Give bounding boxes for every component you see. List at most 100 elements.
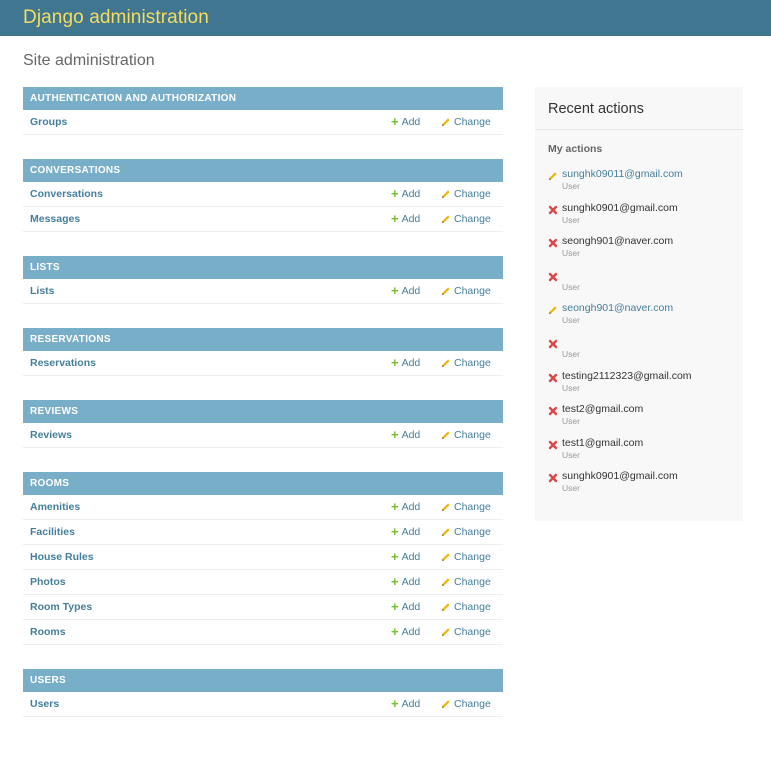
- change-link[interactable]: Change: [441, 116, 491, 128]
- action-object-name: sunghk0901@gmail.com: [562, 201, 678, 214]
- app-module: Lists Lists + Add Change: [23, 256, 503, 304]
- delete-icon: [548, 337, 558, 349]
- change-link[interactable]: Change: [441, 429, 491, 441]
- add-link[interactable]: + Add: [391, 625, 421, 638]
- action-content-type: User: [562, 382, 580, 393]
- change-link[interactable]: Change: [441, 698, 491, 710]
- model-name-link[interactable]: Room Types: [30, 601, 92, 613]
- add-link[interactable]: + Add: [391, 187, 421, 200]
- add-icon: +: [391, 549, 399, 564]
- add-icon: +: [391, 599, 399, 614]
- add-link[interactable]: + Add: [391, 428, 421, 441]
- model-name-link[interactable]: Reviews: [30, 429, 72, 441]
- pencil-icon: [442, 215, 450, 223]
- add-link[interactable]: + Add: [391, 115, 421, 128]
- pencil-icon: [442, 578, 450, 586]
- action-content-type: User: [562, 449, 580, 460]
- change-link[interactable]: Change: [441, 576, 491, 588]
- add-icon: +: [391, 211, 399, 226]
- change-label: Change: [454, 551, 491, 563]
- change-link[interactable]: Change: [441, 601, 491, 613]
- cross-icon-glyph: [548, 406, 558, 416]
- model-name-link[interactable]: Users: [30, 698, 59, 710]
- add-label: Add: [401, 116, 421, 128]
- change-link[interactable]: Change: [441, 551, 491, 563]
- add-label: Add: [401, 626, 421, 638]
- action-object-name: test1@gmail.com: [562, 436, 644, 449]
- site-title-link[interactable]: Django administration: [23, 7, 209, 29]
- recent-action-item: seongh901@naver.com User: [548, 302, 730, 336]
- add-link[interactable]: + Add: [391, 499, 421, 514]
- delete-icon: [548, 404, 558, 416]
- add-link[interactable]: + Add: [391, 356, 421, 369]
- add-label: Add: [401, 357, 421, 369]
- app-module: Conversations Conversations + Add Change Mess…: [23, 159, 503, 232]
- model-row: Conversations + Add Change: [23, 182, 503, 207]
- change-link[interactable]: Change: [441, 285, 491, 297]
- cross-icon-glyph: [548, 440, 558, 449]
- action-object-link[interactable]: sunghk09011@gmail.com: [562, 168, 730, 180]
- add-label: Add: [401, 213, 421, 225]
- app-module: Rooms Amenities + Add Change Facilities + Add Ch…: [23, 472, 503, 645]
- change-link[interactable]: Change: [441, 526, 491, 538]
- add-link[interactable]: + Add: [391, 211, 421, 226]
- add-icon: +: [391, 499, 399, 514]
- add-link[interactable]: + Add: [391, 549, 420, 564]
- pencil-icon: [442, 431, 450, 439]
- add-label: Add: [401, 188, 421, 200]
- action-object-name: [562, 336, 730, 348]
- change-link[interactable]: Change: [441, 213, 491, 225]
- change-label: Change: [454, 526, 491, 538]
- model-row: Lists + Add Change: [23, 279, 503, 304]
- delete-icon: [548, 371, 558, 382]
- model-row: Rooms + Add Change: [23, 620, 503, 645]
- add-label: Add: [401, 501, 421, 513]
- cross-icon-glyph: [548, 205, 558, 214]
- model-name-link[interactable]: Lists: [30, 285, 55, 297]
- app-caption-link[interactable]: Users: [23, 669, 503, 692]
- change-link[interactable]: Change: [441, 188, 491, 200]
- recent-action-item: sunghk0901@gmail.com User: [548, 202, 730, 236]
- model-name-link[interactable]: House Rules: [30, 551, 94, 563]
- model-name-link[interactable]: Messages: [30, 213, 80, 225]
- recent-action-item: seongh901@naver.com User: [548, 235, 730, 269]
- model-name-link[interactable]: Rooms: [30, 626, 66, 638]
- app-caption-link[interactable]: Reviews: [23, 400, 503, 423]
- add-icon: +: [391, 283, 399, 298]
- add-label: Add: [401, 429, 421, 441]
- recent-action-item: testing2112323@gmail.com User: [548, 370, 730, 404]
- change-link[interactable]: Change: [441, 501, 491, 513]
- change-link[interactable]: Change: [441, 626, 491, 638]
- add-link[interactable]: + Add: [391, 697, 420, 710]
- add-link[interactable]: + Add: [391, 525, 420, 538]
- model-row: Amenities + Add Change: [23, 495, 503, 520]
- add-label: Add: [401, 285, 421, 297]
- model-name-link[interactable]: Facilities: [30, 526, 75, 538]
- model-name-link[interactable]: Photos: [30, 576, 66, 588]
- add-link[interactable]: + Add: [391, 283, 421, 298]
- model-name-link[interactable]: Amenities: [30, 501, 80, 513]
- change-label: Change: [454, 626, 491, 638]
- recent-action-item: User: [548, 336, 730, 370]
- model-row: Reviews + Add Change: [23, 423, 503, 448]
- app-caption-link[interactable]: Authentication and Authorization: [23, 87, 503, 110]
- add-label: Add: [401, 601, 421, 613]
- action-object-link[interactable]: seongh901@naver.com: [562, 302, 730, 314]
- model-name-link[interactable]: Conversations: [30, 188, 103, 200]
- pencil-icon-glyph: [549, 172, 557, 180]
- model-name-link[interactable]: Groups: [30, 116, 67, 128]
- action-content-type: User: [562, 483, 580, 494]
- app-module: Reservations Reservations + Add Change: [23, 328, 503, 376]
- add-link[interactable]: + Add: [391, 575, 420, 588]
- cross-icon-glyph: [548, 272, 558, 281]
- app-caption-link[interactable]: Conversations: [23, 159, 503, 182]
- app-caption-link[interactable]: Reservations: [23, 328, 503, 351]
- add-link[interactable]: + Add: [391, 599, 421, 614]
- model-name-link[interactable]: Reservations: [30, 357, 96, 369]
- action-content-type: User: [562, 315, 580, 326]
- app-caption-link[interactable]: Lists: [23, 256, 503, 279]
- app-caption-link[interactable]: Rooms: [23, 472, 503, 495]
- change-link[interactable]: Change: [441, 357, 491, 369]
- app-module: Users Users + Add Change: [23, 669, 503, 717]
- pencil-icon: [442, 628, 450, 636]
